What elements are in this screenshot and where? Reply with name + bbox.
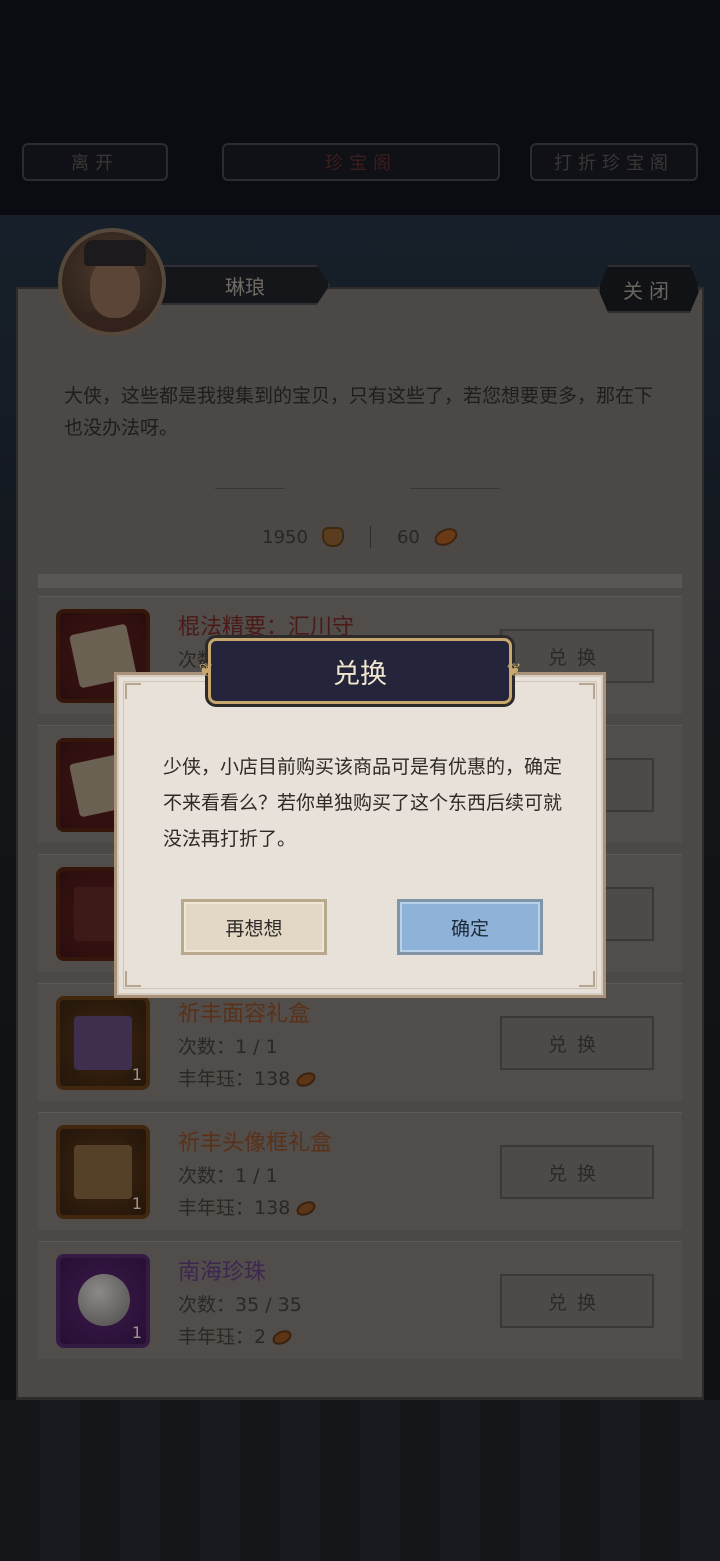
background-floor [0, 1400, 720, 1561]
panel-bottom-border [16, 1386, 704, 1400]
corner-ornament [579, 971, 595, 987]
divider-left [215, 488, 285, 489]
dialog-title: 兑换 [208, 638, 512, 704]
item-count: 次数：35 / 35 [178, 1294, 302, 1316]
jade-leaf-icon [270, 1327, 294, 1348]
item-count: 次数：1 / 1 [178, 1165, 278, 1187]
item-quantity-badge: 1 [131, 1065, 142, 1084]
item-icon[interactable]: 1 [56, 1254, 150, 1348]
item-price: 丰年珏：138 [178, 1064, 319, 1091]
gift-box-icon [74, 1016, 132, 1070]
jade-leaf-icon [294, 1069, 319, 1090]
item-quantity-badge: 1 [131, 1194, 142, 1213]
currency-bar: 1950 60 [0, 522, 720, 552]
list-item: 1 祈丰头像框礼盒 次数：1 / 1 丰年珏：138 兑换 [38, 1112, 682, 1230]
exchange-button[interactable]: 兑换 [500, 1145, 654, 1199]
jar-amount: 1950 [262, 526, 308, 548]
reconsider-button[interactable]: 再想想 [181, 899, 327, 955]
item-icon[interactable]: 1 [56, 1125, 150, 1219]
title-ornament-icon: ❦ [506, 660, 522, 681]
corner-ornament [125, 971, 141, 987]
item-name: 棍法精要：汇川守 [178, 615, 355, 640]
treasure-jar-icon [321, 527, 344, 547]
item-price: 丰年珏：138 [178, 1193, 319, 1220]
dialog-message: 少侠，小店目前购买该商品可是有优惠的，确定不来看看么？若你单独购买了这个东西后续… [163, 756, 563, 850]
list-scroll-edge [38, 574, 682, 588]
top-bar: 离开 珍宝阁 打折珍宝阁 [0, 0, 720, 215]
leave-button[interactable]: 离开 [22, 143, 168, 181]
npc-name-plate: 琳琅 [160, 265, 330, 305]
item-quantity-badge: 1 [131, 1323, 142, 1342]
item-count: 次数：1 / 1 [178, 1036, 278, 1058]
item-name: 南海珍珠 [178, 1260, 267, 1285]
divider-right [410, 488, 500, 489]
item-name: 祈丰头像框礼盒 [178, 1131, 333, 1156]
exchange-button[interactable]: 兑换 [500, 1274, 654, 1328]
npc-message: 大侠，这些都是我搜集到的宝贝，只有这些了，若您想要更多，那在下也没办法呀。 [64, 385, 654, 439]
jade-leaf-icon [431, 524, 461, 550]
gift-box-icon [74, 1145, 132, 1199]
close-button[interactable]: 关闭 [598, 265, 700, 313]
npc-avatar [58, 228, 166, 336]
confirm-button[interactable]: 确定 [397, 899, 543, 955]
exchange-confirm-dialog: 少侠，小店目前购买该商品可是有优惠的，确定不来看看么？若你单独购买了这个东西后续… [114, 672, 606, 998]
pearl-icon [78, 1274, 130, 1326]
jade-leaf-icon [294, 1198, 319, 1219]
shop-title-tab[interactable]: 珍宝阁 [222, 143, 500, 181]
list-item: 1 祈丰面容礼盒 次数：1 / 1 丰年珏：138 兑换 [38, 983, 682, 1101]
item-name: 祈丰面容礼盒 [178, 1002, 311, 1027]
item-price: 丰年珏：2 [178, 1322, 294, 1349]
currency-separator [369, 526, 371, 548]
item-icon[interactable]: 1 [56, 996, 150, 1090]
list-item: 1 南海珍珠 次数：35 / 35 丰年珏：2 兑换 [38, 1241, 682, 1359]
discount-shop-tab[interactable]: 打折珍宝阁 [530, 143, 698, 181]
leaf-amount: 60 [396, 526, 420, 548]
title-ornament-icon: ❦ [198, 660, 214, 681]
exchange-button[interactable]: 兑换 [500, 1016, 654, 1070]
corner-ornament [579, 683, 595, 699]
corner-ornament [125, 683, 141, 699]
